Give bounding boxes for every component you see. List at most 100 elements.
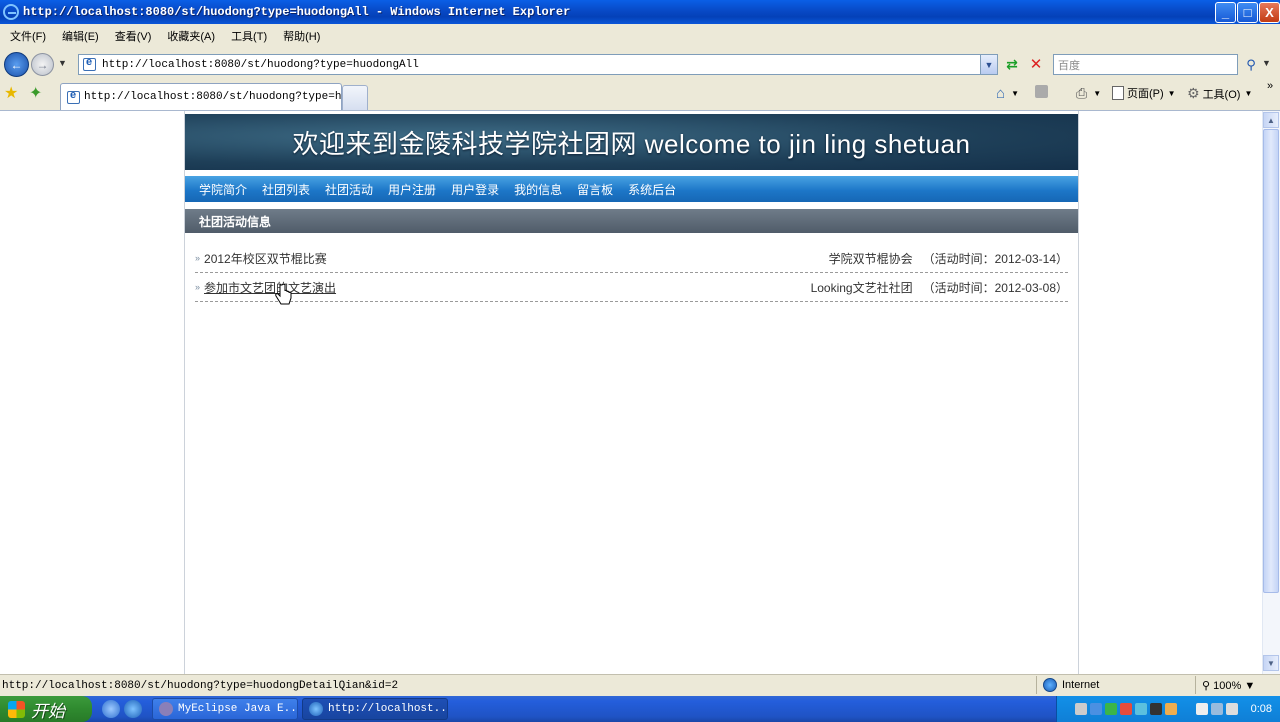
search-icon: ⚲ xyxy=(1246,56,1256,72)
menu-bar: 文件(F) 编辑(E) 查看(V) 收藏夹(A) 工具(T) 帮助(H) xyxy=(0,24,1280,48)
recent-pages-dropdown[interactable]: ▼ xyxy=(58,58,67,68)
banner-title: 欢迎来到金陵科技学院社团网 welcome to jin ling shetua… xyxy=(292,128,971,159)
ie-logo-icon xyxy=(3,4,19,20)
hand-cursor-icon xyxy=(275,284,292,305)
scroll-thumb[interactable] xyxy=(1263,129,1279,593)
activity-org: Looking文艺社社团 xyxy=(810,280,913,295)
quicklaunch-ie-icon[interactable] xyxy=(124,700,142,718)
forward-button[interactable]: → xyxy=(31,53,54,76)
nav-message-board[interactable]: 留言板 xyxy=(577,181,613,198)
section-header: 社团活动信息 xyxy=(185,209,1078,233)
address-url[interactable]: http://localhost:8080/st/huodong?type=hu… xyxy=(102,59,419,71)
activity-row: » 参加市文艺团的文艺演出 Looking文艺社社团 （活动时间：2012-03… xyxy=(195,273,1068,302)
gear-icon: ⚙ xyxy=(1187,85,1200,101)
status-text: http://localhost:8080/st/huodong?type=hu… xyxy=(2,679,399,692)
toolbar-overflow-icon[interactable]: » xyxy=(1267,80,1273,92)
print-button[interactable]: ⎙ ▼ xyxy=(1076,85,1101,102)
refresh-icon: ⇄ xyxy=(1006,55,1018,72)
arrow-left-icon: ← xyxy=(10,57,23,72)
menu-tools[interactable]: 工具(T) xyxy=(223,28,275,44)
activity-org: 学院双节棍协会 xyxy=(828,251,913,266)
address-bar[interactable]: http://localhost:8080/st/huodong?type=hu… xyxy=(78,54,998,75)
tray-icon[interactable] xyxy=(1074,703,1087,715)
title-bar: http://localhost:8080/st/huodong?type=hu… xyxy=(0,0,1280,24)
new-tab-button[interactable] xyxy=(342,85,368,110)
nav-college-intro[interactable]: 学院简介 xyxy=(199,181,247,198)
back-button[interactable]: ← xyxy=(4,52,29,77)
menu-file[interactable]: 文件(F) xyxy=(2,28,54,44)
tab-current[interactable]: http://localhost:8080/st/huodong?type=hu… xyxy=(60,83,342,110)
nav-login[interactable]: 用户登录 xyxy=(451,181,499,198)
system-tray: 0:08 xyxy=(1056,696,1280,722)
menu-help[interactable]: 帮助(H) xyxy=(275,28,328,44)
search-button[interactable]: ⚲ xyxy=(1241,55,1261,74)
activity-date: （活动时间：2012-03-08） xyxy=(922,280,1068,295)
start-button[interactable]: 开始 xyxy=(0,696,92,722)
tools-menu-button[interactable]: ⚙ 工具(O) ▼ xyxy=(1187,85,1252,102)
site-banner: 欢迎来到金陵科技学院社团网 welcome to jin ling shetua… xyxy=(185,114,1078,170)
zoom-level[interactable]: ⚲ 100% ▼ xyxy=(1202,679,1255,692)
tray-icon[interactable] xyxy=(1164,703,1177,715)
task-ie[interactable]: http://localhost... xyxy=(302,698,448,720)
windows-logo-icon xyxy=(8,700,25,718)
search-options-dropdown[interactable]: ▼ xyxy=(1262,58,1271,68)
myeclipse-icon xyxy=(159,702,173,716)
tray-icon[interactable] xyxy=(1225,703,1238,715)
page-menu-button[interactable]: 页面(P) ▼ xyxy=(1112,85,1176,101)
menu-view[interactable]: 查看(V) xyxy=(107,28,160,44)
address-dropdown-button[interactable]: ▼ xyxy=(980,55,997,74)
minimize-button[interactable]: _ xyxy=(1215,2,1236,23)
feeds-button[interactable] xyxy=(1035,85,1048,98)
tray-icon[interactable] xyxy=(1210,703,1223,715)
clock[interactable]: 0:08 xyxy=(1251,703,1272,715)
tray-icon[interactable] xyxy=(1149,703,1162,715)
tray-icon[interactable] xyxy=(1119,703,1132,715)
favorites-star-icon[interactable]: ★ xyxy=(4,83,18,103)
status-divider xyxy=(1195,676,1196,694)
home-button[interactable]: ⌂ ▼ xyxy=(996,85,1019,102)
rss-icon xyxy=(1035,85,1048,98)
menu-favorites[interactable]: 收藏夹(A) xyxy=(159,28,223,44)
bullet-icon: » xyxy=(195,253,201,263)
add-favorites-icon[interactable]: ✦ xyxy=(29,83,42,103)
page-icon xyxy=(67,89,80,104)
site-nav: 学院简介 社团列表 社团活动 用户注册 用户登录 我的信息 留言板 系统后台 xyxy=(185,176,1078,202)
nav-club-activities[interactable]: 社团活动 xyxy=(325,181,373,198)
activity-link[interactable]: 2012年校区双节棍比赛 xyxy=(204,252,327,266)
quicklaunch-desktop-icon[interactable] xyxy=(102,700,120,718)
tray-icon[interactable] xyxy=(1134,703,1147,715)
printer-icon: ⎙ xyxy=(1076,85,1088,101)
stop-icon: ✕ xyxy=(1029,56,1043,73)
zoom-icon: ⚲ xyxy=(1202,680,1211,692)
nav-my-info[interactable]: 我的信息 xyxy=(514,181,562,198)
task-myeclipse[interactable]: MyEclipse Java E... xyxy=(152,698,298,720)
activity-link[interactable]: 参加市文艺团的文艺演出 xyxy=(204,281,336,295)
nav-admin[interactable]: 系统后台 xyxy=(628,181,676,198)
tray-icon[interactable] xyxy=(1089,703,1102,715)
page-menu-icon xyxy=(1112,86,1124,100)
refresh-button[interactable]: ⇄ xyxy=(1003,55,1021,73)
close-button[interactable]: X xyxy=(1259,2,1280,23)
activity-row: » 2012年校区双节棍比赛 学院双节棍协会 （活动时间：2012-03-14） xyxy=(195,244,1068,273)
tray-icon[interactable] xyxy=(1104,703,1117,715)
tab-title: http://localhost:8080/st/huodong?type=hu… xyxy=(84,91,341,103)
home-icon: ⌂ xyxy=(996,85,1006,102)
bullet-icon: » xyxy=(195,282,201,292)
nav-club-list[interactable]: 社团列表 xyxy=(262,181,310,198)
maximize-button[interactable]: □ xyxy=(1237,2,1258,23)
menu-edit[interactable]: 编辑(E) xyxy=(54,28,107,44)
search-input[interactable]: 百度 xyxy=(1053,54,1238,75)
section-title: 社团活动信息 xyxy=(199,214,272,229)
window-title: http://localhost:8080/st/huodong?type=hu… xyxy=(23,5,571,19)
tray-icon[interactable] xyxy=(1195,703,1208,715)
scroll-up-button[interactable]: ▲ xyxy=(1263,112,1279,128)
status-divider xyxy=(1036,676,1037,694)
security-zone: Internet xyxy=(1062,679,1100,691)
ie-icon xyxy=(309,702,323,716)
stop-button[interactable]: ✕ xyxy=(1027,55,1045,73)
nav-register[interactable]: 用户注册 xyxy=(388,181,436,198)
activity-date: （活动时间：2012-03-14） xyxy=(922,251,1068,266)
scroll-down-button[interactable]: ▼ xyxy=(1263,655,1279,671)
page-icon xyxy=(83,56,96,71)
globe-icon xyxy=(1043,678,1057,692)
